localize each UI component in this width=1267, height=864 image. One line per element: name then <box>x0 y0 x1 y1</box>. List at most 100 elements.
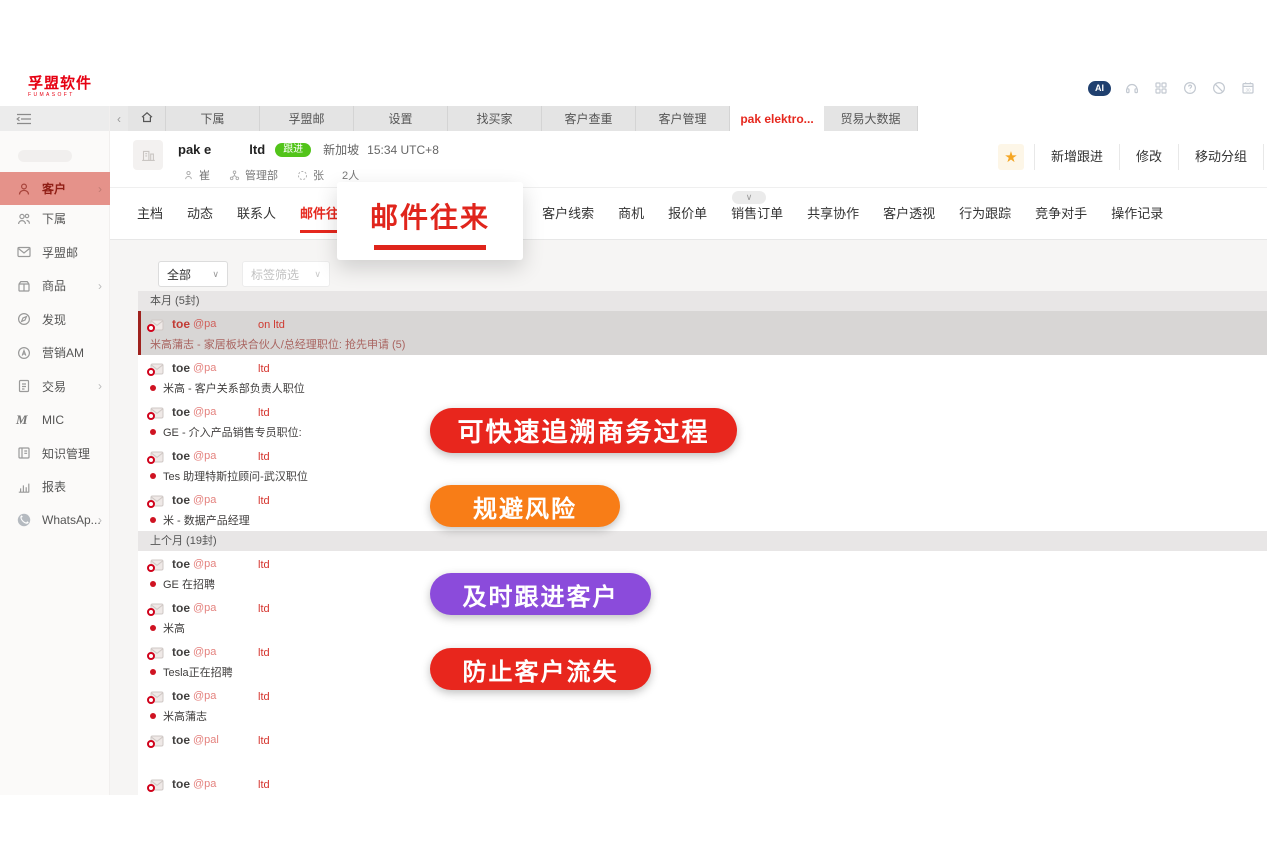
mail-list-item[interactable]: toe@paltd <box>138 771 1267 795</box>
sidebar-item-下属[interactable]: 下属 <box>0 202 110 236</box>
org-icon <box>228 169 241 182</box>
sidebar-item-label: 报表 <box>42 478 66 495</box>
feature-callout-underline <box>374 245 486 250</box>
mail-sender-domain: @pal <box>193 734 219 746</box>
mail-group-header: 上个月 (19封) <box>138 531 1267 551</box>
subtab-客户线索[interactable]: 客户线索 <box>542 198 594 233</box>
tab-客户管理[interactable]: 客户管理 <box>636 106 730 131</box>
apps-grid-icon[interactable] <box>1153 80 1169 96</box>
subtab-主档[interactable]: 主档 <box>137 198 163 233</box>
sidebar-collapse-bar[interactable] <box>0 106 109 131</box>
dashed-circle-icon <box>296 169 309 182</box>
mail-sender: toe <box>172 689 190 703</box>
mail-list-item[interactable]: toe@paltdTesla正在招聘 <box>138 639 1267 683</box>
tab-home[interactable] <box>128 106 166 131</box>
tab-设置[interactable]: 设置 <box>354 106 448 131</box>
mail-recipient: ltd <box>258 603 270 615</box>
mail-icon <box>16 244 32 260</box>
sidebar-item-MIC[interactable]: MMIC <box>0 403 110 437</box>
tab-客户查重[interactable]: 客户查重 <box>542 106 636 131</box>
sidebar-item-交易[interactable]: 交易› <box>0 370 110 404</box>
mail-sender: toe <box>172 777 190 791</box>
sidebar-item-营销AM[interactable]: 营销AM <box>0 336 110 370</box>
mail-list-item[interactable]: toe@paltd米 - 数据产品经理 <box>138 487 1267 531</box>
sidebar-item-报表[interactable]: 报表 <box>0 470 110 504</box>
mail-list-item[interactable]: toe@paltd米高 - 客户关系部负责人职位 <box>138 355 1267 399</box>
help-icon[interactable] <box>1182 80 1198 96</box>
company-meta-row: 崔 管理部 张 2人 <box>182 167 359 183</box>
mail-sender-domain: @pa <box>193 362 216 374</box>
headset-icon[interactable] <box>1124 80 1140 96</box>
ai-assistant-icon[interactable]: AI <box>1088 81 1111 96</box>
sidebar-item-知识管理[interactable]: 知识管理 <box>0 437 110 471</box>
scope-filter-select[interactable]: 全部 ∨ <box>158 261 228 287</box>
mail-unread-icon <box>150 734 164 746</box>
mail-subject: 米高蒲志 <box>163 708 207 724</box>
unread-dot-icon <box>150 385 156 391</box>
mail-row-header: toe@pa <box>150 645 216 659</box>
tab-pak elektro...[interactable]: pak elektro... <box>730 106 824 131</box>
action-button-新增跟进[interactable]: 新增跟进 <box>1034 144 1119 170</box>
action-button-放入回收站[interactable]: 放入回收站 <box>1263 144 1267 170</box>
company-name: pak e <box>178 142 211 157</box>
tab-孚盟邮[interactable]: 孚盟邮 <box>260 106 354 131</box>
subtab-操作记录[interactable]: 操作记录 <box>1111 198 1163 233</box>
tab-下属[interactable]: 下属 <box>166 106 260 131</box>
red-dot-badge <box>147 564 155 572</box>
mail-subject-line: Tesla正在招聘 <box>150 664 233 680</box>
callout-pill: 可快速追溯商务过程 <box>430 408 737 453</box>
sidebar-item-label: 下属 <box>42 210 66 227</box>
email-list: 本月 (5封)toe@paon ltd米高蒲志 - 家居板块合伙人/总经理职位:… <box>138 291 1267 795</box>
sidebar-item-WhatsAp...[interactable]: WhatsAp...› <box>0 504 110 538</box>
subtab-动态[interactable]: 动态 <box>187 198 213 233</box>
knowledge-icon <box>16 445 32 461</box>
no-disturb-icon[interactable] <box>1211 80 1227 96</box>
tab-strip-tabs: 下属孚盟邮设置找买家客户查重客户管理pak elektro...贸易大数据 <box>128 106 918 131</box>
mail-unread-icon <box>150 450 164 462</box>
mail-recipient: ltd <box>258 407 270 419</box>
mail-recipient: on ltd <box>258 319 285 331</box>
subtab-共享协作[interactable]: 共享协作 <box>807 198 859 233</box>
tab-找买家[interactable]: 找买家 <box>448 106 542 131</box>
sidebar-item-label: 商品 <box>42 277 66 294</box>
chevron-right-icon: › <box>98 513 102 527</box>
chevron-right-icon: › <box>98 182 102 196</box>
action-button-修改[interactable]: 修改 <box>1119 144 1178 170</box>
mail-sender: toe <box>172 601 190 615</box>
company-title-row: pak e ltd 跟进 新加坡 15:34 UTC+8 <box>178 141 439 158</box>
action-button-移动分组[interactable]: 移动分组 <box>1178 144 1263 170</box>
company-suffix: ltd <box>249 142 265 157</box>
tag-filter-select[interactable]: 标签筛选 ∨ <box>242 261 330 287</box>
callout-pill: 防止客户流失 <box>430 648 651 690</box>
mail-list-item[interactable]: toe@paon ltd米高蒲志 - 家居板块合伙人/总经理职位: 抢先申请 (… <box>138 311 1267 355</box>
sidebar-item-商品[interactable]: 商品› <box>0 269 110 303</box>
mail-list-item[interactable]: toe@paltdGE 在招聘 <box>138 551 1267 595</box>
subtab-联系人[interactable]: 联系人 <box>237 198 276 233</box>
brand-subtitle: FUMASOFT <box>28 93 92 98</box>
subtab-销售订单[interactable]: 销售订单 <box>731 198 783 233</box>
subtab-竞争对手[interactable]: 竞争对手 <box>1035 198 1087 233</box>
tab-scroll-left-icon[interactable]: ‹ <box>110 106 128 131</box>
sidebar-item-孚盟邮[interactable]: 孚盟邮 <box>0 236 110 270</box>
subtab-商机[interactable]: 商机 <box>618 198 644 233</box>
subtab-行为跟踪[interactable]: 行为跟踪 <box>959 198 1011 233</box>
subtab-客户透视[interactable]: 客户透视 <box>883 198 935 233</box>
trade-icon <box>16 378 32 394</box>
mail-subject: Tes 助理特斯拉顾问-武汉职位 <box>163 468 308 484</box>
favorite-star-icon[interactable]: ★ <box>998 144 1024 170</box>
tab-贸易大数据[interactable]: 贸易大数据 <box>824 106 918 131</box>
tag-filter-placeholder: 标签筛选 <box>251 266 299 283</box>
calendar-icon[interactable]: 30 <box>1240 80 1256 96</box>
sidebar-item-发现[interactable]: 发现 <box>0 303 110 337</box>
brand-name: 孚盟软件 <box>28 76 92 91</box>
sidebar-item-customers[interactable]: 客户 › <box>0 172 110 205</box>
mail-row-header: toe@pa <box>150 449 216 463</box>
product-icon <box>16 278 32 294</box>
mail-unread-icon <box>150 362 164 374</box>
mail-sender: toe <box>172 493 190 507</box>
mail-list-item[interactable]: toe@palltd <box>138 727 1267 771</box>
mail-list-item[interactable]: toe@paltd米高 <box>138 595 1267 639</box>
mail-list-item[interactable]: toe@paltd米高蒲志 <box>138 683 1267 727</box>
mail-group-header: 本月 (5封) <box>138 291 1267 311</box>
subtab-报价单[interactable]: 报价单 <box>668 198 707 233</box>
